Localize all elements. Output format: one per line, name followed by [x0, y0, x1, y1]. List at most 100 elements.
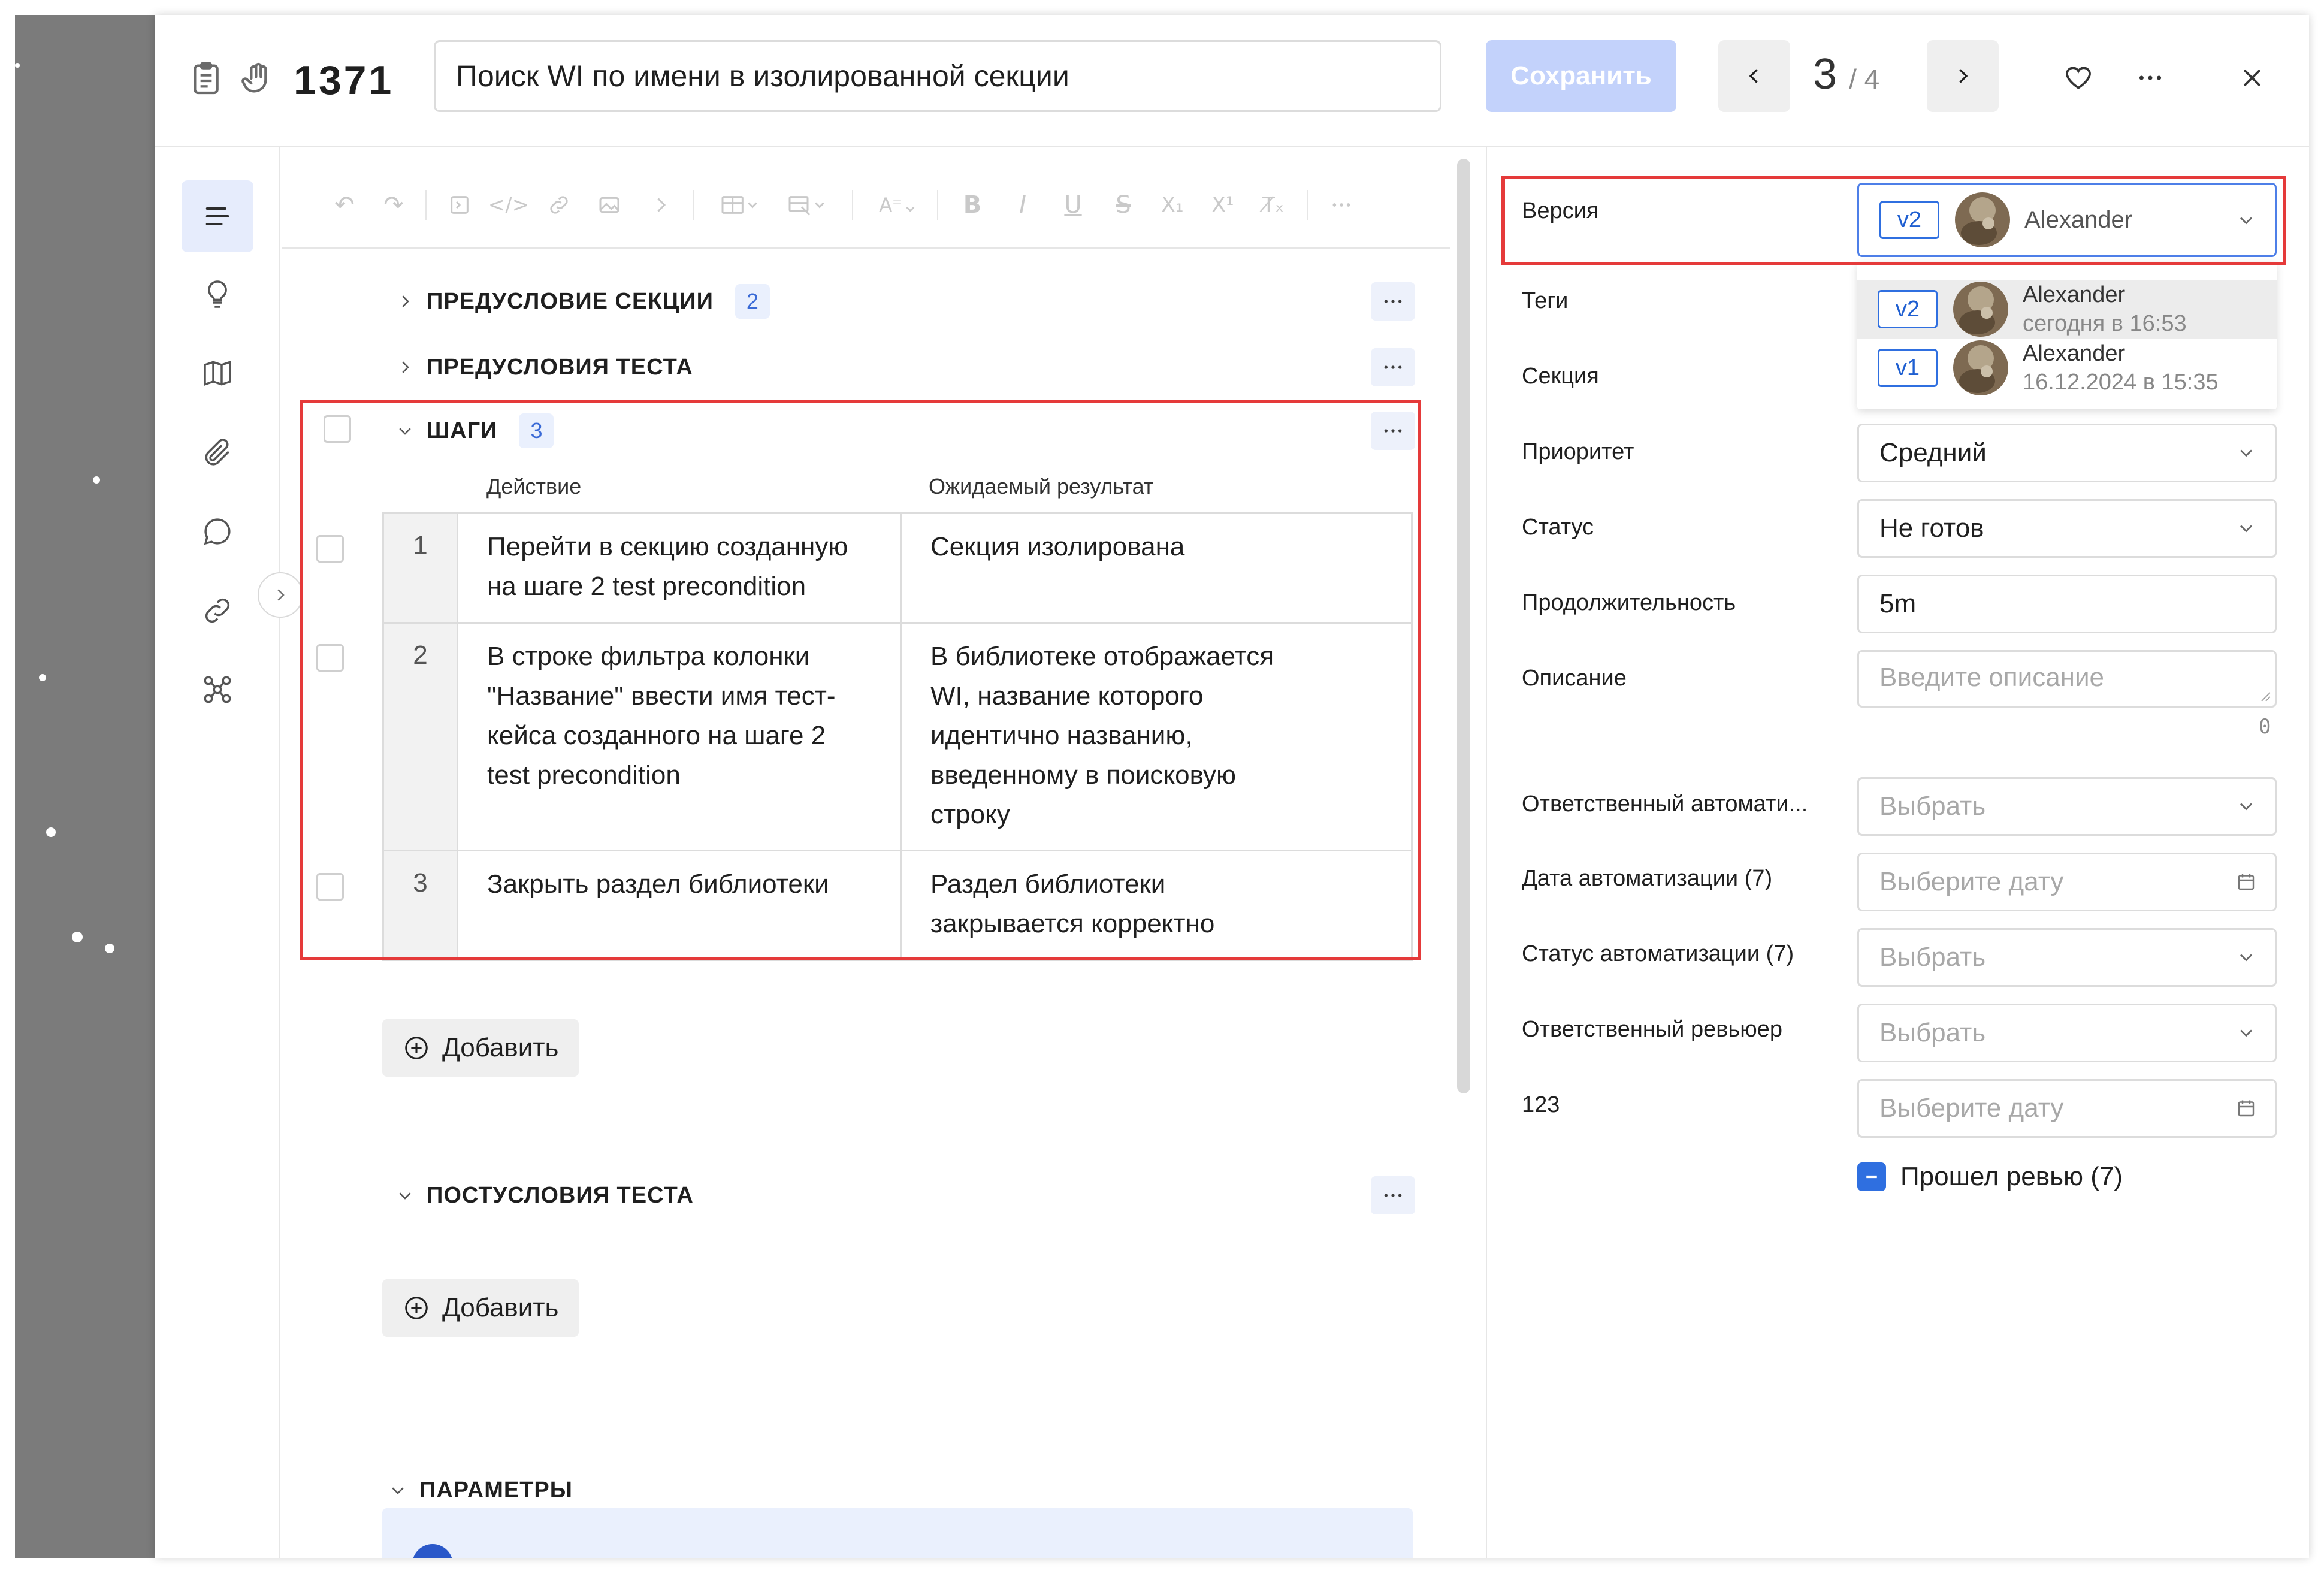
plus-circle-icon — [405, 1037, 428, 1059]
reviewer-select[interactable]: Выбрать — [1857, 1004, 2277, 1062]
rail-item-map[interactable] — [182, 337, 253, 409]
step-checkbox[interactable] — [316, 535, 344, 563]
redo-icon[interactable]: ↷ — [379, 190, 409, 220]
step-number: 3 — [384, 851, 458, 959]
step-expected[interactable]: В библиотеке отображается WI, название к… — [902, 624, 1411, 850]
parameters-header[interactable]: ПАРАМЕТРЫ — [386, 1466, 573, 1514]
section-more-button[interactable] — [1371, 348, 1415, 386]
undo-icon[interactable]: ↶ — [330, 190, 359, 220]
version-option[interactable]: v2 Alexander сегодня в 16:53 — [1857, 280, 2277, 339]
plus-circle-icon — [405, 1297, 428, 1319]
subscript-icon[interactable]: X₁ — [1158, 190, 1187, 220]
more-icon[interactable] — [1326, 190, 1356, 220]
underline-icon[interactable]: U — [1058, 190, 1088, 220]
table-icon[interactable] — [717, 190, 764, 220]
superscript-icon[interactable]: X¹ — [1208, 190, 1238, 220]
test-preconditions-header[interactable]: ПРЕДУСЛОВИЯ ТЕСТА — [393, 343, 693, 391]
review-passed-checkbox-row[interactable]: Прошел ревью (7) — [1857, 1162, 2123, 1192]
step-action[interactable]: Перейти в секцию созданную на шаге 2 tes… — [458, 514, 902, 622]
step-checkbox[interactable] — [316, 644, 344, 672]
strikethrough-icon[interactable]: S — [1108, 190, 1138, 220]
save-button[interactable]: Сохранить — [1486, 40, 1676, 112]
section-more-button[interactable] — [1371, 412, 1415, 450]
rail-item-links[interactable] — [182, 575, 253, 646]
chevron-down-icon[interactable] — [386, 1478, 410, 1502]
table-row[interactable]: 2 В строке фильтра колонки "Название" вв… — [384, 624, 1411, 851]
panel-divider — [1486, 147, 1487, 1558]
postconditions-header[interactable]: ПОСТУСЛОВИЯ ТЕСТА — [393, 1171, 694, 1219]
auto-date-picker[interactable]: Выберите дату — [1857, 853, 2277, 911]
steps-header[interactable]: ШАГИ 3 — [393, 407, 554, 455]
description-textarea[interactable]: Введите описание — [1857, 650, 2277, 708]
status-value: Не готов — [1879, 513, 1984, 543]
decor-dot — [39, 674, 46, 681]
review-passed-checkbox[interactable] — [1857, 1162, 1886, 1191]
step-action[interactable]: Закрыть раздел библиотеки — [458, 851, 902, 959]
next-case-button[interactable] — [1927, 40, 1999, 112]
priority-select[interactable]: Средний — [1857, 424, 2277, 482]
chevron-down-icon — [2240, 449, 2252, 457]
link-icon[interactable] — [544, 190, 574, 220]
reviewer-placeholder: Выбрать — [1879, 1018, 1986, 1047]
code-icon[interactable]: </> — [488, 190, 529, 220]
chevron-down-icon[interactable] — [393, 419, 417, 443]
custom-123-placeholder: Выберите дату — [1879, 1093, 2064, 1123]
more-icon[interactable] — [2129, 57, 2171, 99]
more-icon — [1384, 300, 1402, 303]
chevron-right-icon — [277, 589, 285, 601]
content-scrollbar[interactable] — [1457, 159, 1470, 1093]
chevron-down-icon[interactable] — [393, 1183, 417, 1207]
section-more-button[interactable] — [1371, 1176, 1415, 1214]
auto-owner-select[interactable]: Выбрать — [1857, 777, 2277, 836]
decor-dot — [15, 63, 20, 68]
text-style-icon[interactable]: A⁼⌄ — [875, 190, 923, 220]
version-author: Alexander — [2023, 341, 2126, 366]
decor-dot — [105, 944, 114, 953]
step-checkbox[interactable] — [316, 873, 344, 901]
step-expected[interactable]: Секция изолирована — [902, 514, 1411, 622]
case-title-input[interactable] — [434, 40, 1441, 112]
select-all-steps-checkbox[interactable] — [324, 415, 351, 443]
rail-item-ideas[interactable] — [182, 258, 253, 330]
step-expected[interactable]: Раздел библиотеки закрывается корректно — [902, 851, 1411, 959]
version-select[interactable]: v2 Alexander — [1857, 183, 2277, 257]
version-author: Alexander — [2023, 282, 2126, 307]
duration-input[interactable]: 5m — [1857, 575, 2277, 633]
expand-rail-button[interactable] — [258, 572, 303, 618]
block-icon[interactable] — [445, 190, 475, 220]
close-icon[interactable] — [2231, 57, 2273, 99]
image-icon[interactable] — [594, 190, 624, 220]
clear-format-icon[interactable]: T̸ₓ — [1258, 190, 1288, 220]
rail-item-comments[interactable] — [182, 496, 253, 567]
rail-item-attachments[interactable] — [182, 416, 253, 488]
chevron-right-icon[interactable] — [393, 289, 417, 313]
favorite-heart-icon[interactable] — [2057, 57, 2099, 99]
custom-123-date-picker[interactable]: Выберите дату — [1857, 1079, 2277, 1138]
version-label: Версия — [1522, 198, 1599, 223]
table-row[interactable]: 1 Перейти в секцию созданную на шаге 2 t… — [384, 514, 1411, 624]
steps-table: 1 Перейти в секцию созданную на шаге 2 t… — [382, 512, 1413, 961]
status-select[interactable]: Не готов — [1857, 499, 2277, 558]
version-date: 16.12.2024 в 15:35 — [2023, 370, 2219, 395]
table-row[interactable]: 3 Закрыть раздел библиотеки Раздел библи… — [384, 851, 1411, 959]
italic-icon[interactable]: I — [1008, 190, 1038, 220]
chevron-right-icon[interactable] — [646, 190, 676, 220]
prev-case-button[interactable] — [1718, 40, 1790, 112]
add-step-button[interactable]: Добавить — [382, 1019, 579, 1077]
section-title: ПАРАМЕТРЫ — [419, 1477, 573, 1503]
version-option[interactable]: v1 Alexander 16.12.2024 в 15:35 — [1857, 339, 2277, 397]
comment-icon — [204, 518, 231, 545]
section-precondition-header[interactable]: ПРЕДУСЛОВИЕ СЕКЦИИ 2 — [393, 277, 770, 325]
avatar — [1953, 340, 2008, 395]
auto-owner-label: Ответственный автомати... — [1522, 791, 1808, 817]
chevron-down-icon — [2240, 525, 2252, 533]
section-more-button[interactable] — [1371, 282, 1415, 321]
rail-item-content[interactable] — [182, 180, 253, 252]
add-postcondition-button[interactable]: Добавить — [382, 1279, 579, 1337]
table-edit-icon[interactable] — [784, 190, 832, 220]
rail-item-graph[interactable] — [182, 654, 253, 726]
auto-status-select[interactable]: Выбрать — [1857, 928, 2277, 987]
bold-icon[interactable]: B — [957, 190, 987, 220]
step-action[interactable]: В строке фильтра колонки "Название" ввес… — [458, 624, 902, 850]
chevron-right-icon[interactable] — [393, 355, 417, 379]
